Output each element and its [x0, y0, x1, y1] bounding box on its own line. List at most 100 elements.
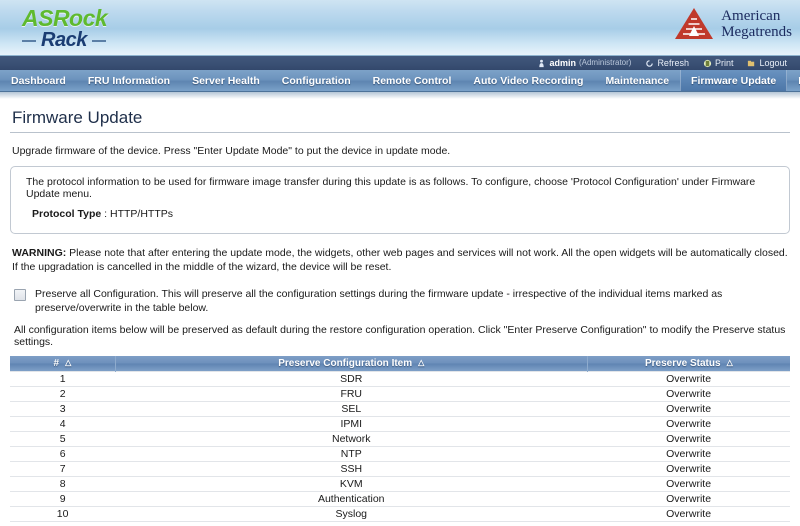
cell-item: Network: [115, 431, 588, 447]
cell-status: Overwrite: [587, 446, 790, 462]
protocol-type-value: HTTP/HTTPs: [110, 208, 173, 220]
logout-button[interactable]: Logout: [740, 56, 794, 70]
nav-item-maintenance[interactable]: Maintenance: [594, 70, 680, 91]
refresh-icon: [646, 59, 654, 67]
column-header-item[interactable]: Preserve Configuration Item △: [115, 356, 588, 371]
cell-item: Authentication: [115, 491, 588, 507]
protocol-type-label: Protocol Type: [32, 208, 102, 220]
cell-item: KVM: [115, 476, 588, 492]
table-row[interactable]: 1 SDR Overwrite: [10, 370, 790, 387]
sort-arrow-icon: △: [726, 357, 733, 367]
preserve-all-label: Preserve all Configuration. This will pr…: [35, 288, 723, 314]
nav-item-fru-information[interactable]: FRU Information: [77, 70, 181, 91]
sort-arrow-icon: △: [65, 357, 72, 367]
logout-icon: [748, 60, 755, 66]
table-row[interactable]: 3 SEL Overwrite: [10, 401, 790, 417]
american-megatrends-logo: American Megatrends: [674, 7, 792, 40]
warning-text: WARNING: Please note that after entering…: [12, 246, 788, 274]
nav-item-server-health[interactable]: Server Health: [181, 70, 271, 91]
rack-logo-wrap: Rack: [22, 29, 106, 52]
refresh-label: Refresh: [657, 58, 689, 68]
user-status-bar: admin (Administrator) Refresh Print Logo…: [0, 56, 800, 70]
table-row[interactable]: 7 SSH Overwrite: [10, 461, 790, 477]
cell-item: SSH: [115, 461, 588, 477]
column-header-status-label: Preserve Status: [644, 357, 721, 369]
rack-logo: Rack: [41, 29, 87, 51]
table-head: # △ Preserve Configuration Item △ Preserve…: [10, 356, 790, 371]
cell-status: Overwrite: [587, 431, 790, 447]
column-header-item-label: Preserve Configuration Item: [278, 357, 413, 369]
cell-status: Overwrite: [587, 461, 790, 477]
nav-item-remote-control[interactable]: Remote Control: [362, 70, 463, 91]
cell-index: 1: [10, 370, 116, 387]
current-user: admin (Administrator): [530, 56, 638, 70]
table-row[interactable]: 9 Authentication Overwrite: [10, 491, 790, 507]
cell-index: 9: [10, 491, 116, 507]
user-icon: [539, 59, 545, 67]
rack-rule-right: [91, 39, 106, 42]
print-icon: [703, 59, 712, 67]
preserve-all-checkbox[interactable]: [14, 289, 26, 301]
table-row[interactable]: 6 NTP Overwrite: [10, 446, 790, 462]
cell-status: Overwrite: [587, 506, 790, 522]
cell-item: Syslog: [115, 506, 588, 522]
column-header-index-label: #: [53, 357, 60, 369]
nav-item-configuration[interactable]: Configuration: [271, 70, 362, 91]
protocol-description: The protocol information to be used for …: [26, 176, 756, 200]
cell-item: SDR: [115, 370, 588, 387]
cell-item: SEL: [115, 401, 588, 417]
refresh-button[interactable]: Refresh: [638, 56, 696, 70]
nav-item-firmware-update[interactable]: Firmware Update: [680, 70, 788, 91]
table-row[interactable]: 2 FRU Overwrite: [10, 386, 790, 402]
cell-item: FRU: [115, 386, 588, 402]
ami-line-1: American: [721, 7, 781, 24]
print-button[interactable]: Print: [696, 56, 741, 70]
cell-index: 8: [10, 476, 116, 492]
print-label: Print: [714, 58, 734, 68]
protocol-type-separator: :: [104, 208, 108, 220]
nav-item-auto-video-recording[interactable]: Auto Video Recording: [462, 70, 594, 91]
page-root: ASRock Rack American Megatrends admin (A…: [0, 0, 800, 526]
cell-status: Overwrite: [587, 401, 790, 417]
cell-status: Overwrite: [587, 491, 790, 507]
cell-index: 7: [10, 461, 116, 477]
cell-item: NTP: [115, 446, 588, 462]
sort-arrow-icon: △: [418, 357, 425, 367]
cell-index: 5: [10, 431, 116, 447]
nav-drop-shadow: [0, 92, 800, 99]
protocol-type-row: Protocol Type : HTTP/HTTPs: [32, 208, 777, 220]
warning-label: WARNING:: [12, 247, 67, 259]
intro-text: Upgrade firmware of the device. Press "E…: [12, 145, 451, 157]
table-row[interactable]: 4 IPMI Overwrite: [10, 416, 790, 432]
user-role: (Administrator): [578, 58, 632, 67]
preserve-configuration-table: # △ Preserve Configuration Item △ Preserve…: [10, 356, 790, 522]
title-divider: [10, 132, 790, 133]
cell-status: Overwrite: [587, 416, 790, 432]
nav-item-dashboard[interactable]: Dashboard: [0, 70, 77, 91]
cell-index: 4: [10, 416, 116, 432]
table-row[interactable]: 5 Network Overwrite: [10, 431, 790, 447]
cell-index: 6: [10, 446, 116, 462]
table-body: 1 SDR Overwrite 2 FRU Overwrite 3 SEL Ov…: [10, 370, 790, 522]
cell-index: 3: [10, 401, 116, 417]
main-navigation: Dashboard FRU Information Server Health …: [0, 70, 800, 92]
cell-index: 10: [10, 506, 116, 522]
table-header-row: # △ Preserve Configuration Item △ Preserve…: [10, 356, 790, 371]
cell-status: Overwrite: [587, 476, 790, 492]
cell-index: 2: [10, 386, 116, 402]
logout-label: Logout: [759, 58, 787, 68]
column-header-status[interactable]: Preserve Status △: [587, 356, 790, 371]
page-title: Firmware Update: [12, 108, 143, 127]
ami-line-2: Megatrends: [721, 23, 792, 40]
cell-item: IPMI: [115, 416, 588, 432]
table-row[interactable]: 10 Syslog Overwrite: [10, 506, 790, 522]
column-header-index[interactable]: # △: [10, 356, 116, 371]
cell-status: Overwrite: [587, 370, 790, 387]
restore-note: All configuration items below will be pr…: [14, 324, 786, 348]
warning-body: Please note that after entering the upda…: [12, 247, 788, 273]
main-content: Firmware Update Upgrade firmware of the …: [0, 108, 800, 526]
nav-item-help[interactable]: HELP: [787, 70, 800, 91]
table-row[interactable]: 8 KVM Overwrite: [10, 476, 790, 492]
protocol-info-box: The protocol information to be used for …: [10, 166, 790, 234]
ami-wordmark: American Megatrends: [721, 8, 792, 40]
